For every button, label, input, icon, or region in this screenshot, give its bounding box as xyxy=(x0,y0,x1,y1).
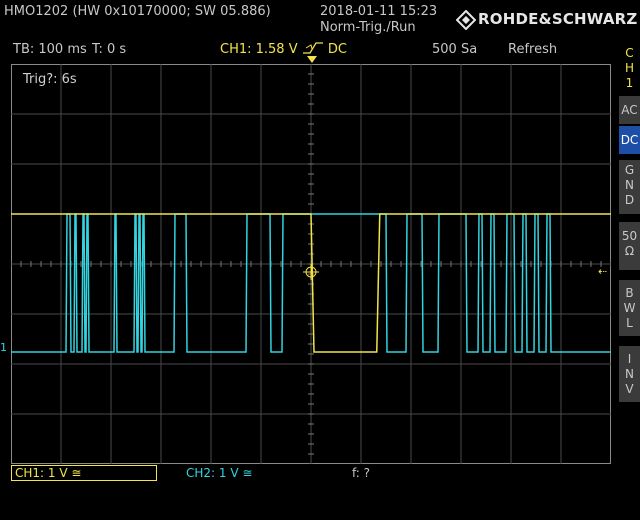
bandwidth-limit-button[interactable]: B W L xyxy=(619,280,640,336)
inv-letter-n: N xyxy=(625,367,634,381)
coupling-dc-button[interactable]: DC xyxy=(619,126,640,154)
timebase-readout[interactable]: TB: 100 ms xyxy=(13,42,87,58)
device-info: HMO1202 (HW 0x10170000; SW 05.886) xyxy=(4,4,271,19)
waveform-plot xyxy=(11,64,611,464)
side-channel-letter-h: H xyxy=(624,61,635,75)
ch1-offset-marker[interactable]: 1 xyxy=(0,341,7,354)
coupling-ac-button[interactable]: AC xyxy=(619,96,640,124)
inv-letter-i: I xyxy=(627,352,632,366)
gnd-letter-n: N xyxy=(625,178,634,192)
trigger-coupling: DC xyxy=(327,42,347,57)
waveform-display[interactable]: Trig?: 6s xyxy=(11,64,611,464)
trigger-settings[interactable]: CH1: 1.58 V DC xyxy=(220,42,347,58)
trigger-point-icon xyxy=(303,264,319,280)
datetime: 2018-01-11 15:23 xyxy=(320,4,438,19)
ch1-settings[interactable]: CH1: 1 V ≅ xyxy=(11,465,157,481)
gnd-letter-g: G xyxy=(624,163,635,177)
trigger-position-marker-icon xyxy=(307,56,317,63)
ohm-symbol: Ω xyxy=(624,244,635,258)
trigger-time-readout[interactable]: T: 0 s xyxy=(92,42,126,58)
ch2-settings[interactable]: CH2: 1 V ≅ xyxy=(186,466,252,480)
trigger-slope-icon xyxy=(302,42,328,57)
acquisition-mode[interactable]: Refresh xyxy=(508,42,557,58)
bwl-letter-l: L xyxy=(626,316,633,330)
bwl-letter-w: W xyxy=(623,301,636,315)
impedance-50-ohm-button[interactable]: 50 Ω xyxy=(619,222,640,270)
ch1-offset-label: 1 xyxy=(0,341,7,354)
gnd-letter-d: D xyxy=(624,193,635,207)
trigger-level: CH1: 1.58 V xyxy=(220,42,298,57)
invert-button[interactable]: I N V xyxy=(619,346,640,402)
trigger-level-marker-icon[interactable]: ⇠ xyxy=(598,265,607,278)
side-channel-indicator: C H 1 xyxy=(619,46,640,92)
brand-name: ROHDE&SCHWARZ xyxy=(478,10,638,28)
side-channel-letter-c: C xyxy=(625,46,634,60)
inv-letter-v: V xyxy=(625,382,634,396)
impedance-value: 50 xyxy=(621,229,638,243)
rs-diamond-icon xyxy=(456,10,476,30)
trigger-status: Trig?: 6s xyxy=(23,72,77,87)
sample-rate-readout: 500 Sa xyxy=(432,42,478,57)
coupling-gnd-button[interactable]: G N D xyxy=(619,160,640,214)
bwl-letter-b: B xyxy=(625,286,634,300)
trigger-mode: Norm-Trig./Run xyxy=(320,20,416,35)
side-channel-number: 1 xyxy=(625,76,634,90)
frequency-readout: f: ? xyxy=(352,466,371,480)
